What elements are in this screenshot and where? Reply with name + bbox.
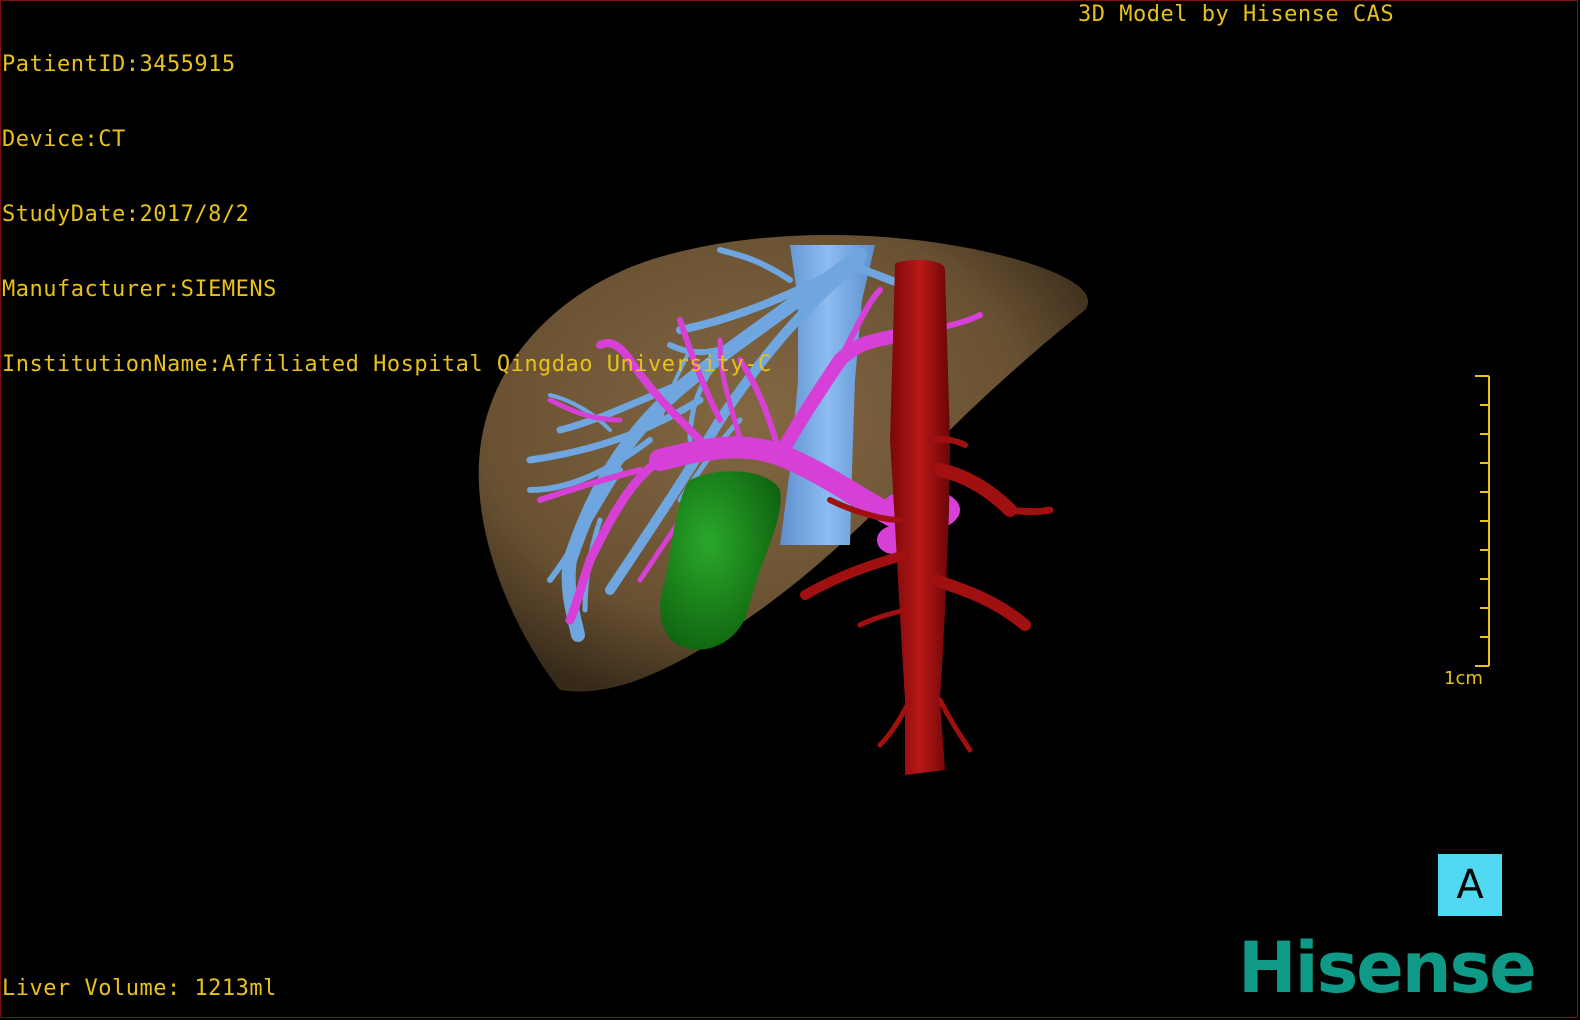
scale-label: 1cm <box>1444 668 1483 689</box>
scale-bar-icon <box>1475 375 1490 667</box>
model-credit: 3D Model by Hisense CAS <box>1078 2 1395 27</box>
orientation-cube-icon[interactable]: A <box>1438 854 1502 916</box>
study-date-line: StudyDate:2017/8/2 <box>2 202 250 227</box>
manufacturer-line: Manufacturer:SIEMENS <box>2 277 277 302</box>
institution-line: InstitutionName:Affiliated Hospital Qing… <box>2 352 772 377</box>
liver-volume-readout: Liver Volume: 1213ml <box>2 976 277 1001</box>
device-line: Device:CT <box>2 127 126 152</box>
hisense-logo: Hisense <box>1238 927 1537 1009</box>
patient-metadata: PatientID:3455915 Device:CT StudyDate:20… <box>2 2 772 402</box>
patient-id-line: PatientID:3455915 <box>2 52 236 77</box>
